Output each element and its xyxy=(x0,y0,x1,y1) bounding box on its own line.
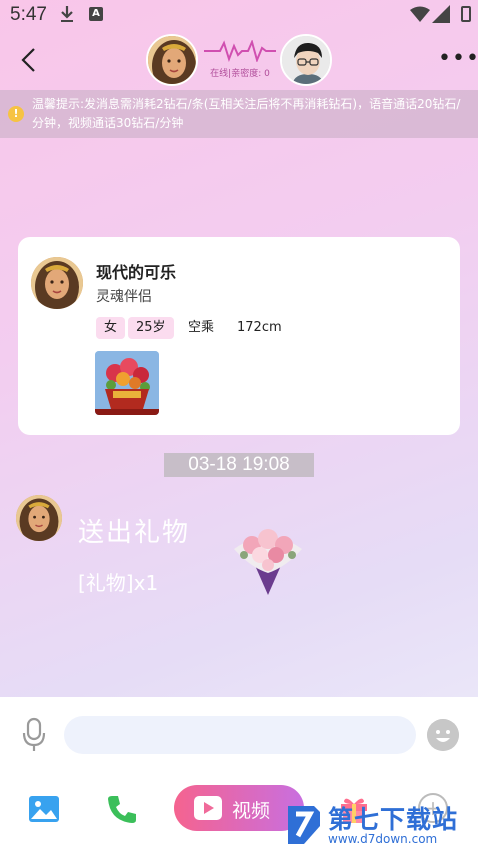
status-bar: 5:47 A xyxy=(0,0,478,30)
message-input[interactable] xyxy=(64,716,416,754)
gift-message-count: [礼物]x1 xyxy=(78,571,159,595)
gender-tag: 女 xyxy=(96,317,126,339)
warm-tip-text: 温馨提示:发消息需消耗2钻石/条(互相关注后将不再消耗钻石)，语音通话20钻石/… xyxy=(32,97,461,130)
battery-icon xyxy=(461,6,471,22)
video-icon xyxy=(194,796,222,820)
photo-icon[interactable] xyxy=(28,795,60,823)
message-timestamp: 03-18 19:08 xyxy=(164,453,314,477)
warning-icon: ! xyxy=(8,106,24,122)
signal-icon xyxy=(432,5,450,23)
more-options-icon[interactable]: ••• xyxy=(438,48,478,70)
female-avatar-image xyxy=(148,36,196,84)
a-icon: A xyxy=(89,7,103,21)
heartbeat-icon xyxy=(204,40,276,62)
profile-avatar-image xyxy=(31,257,83,309)
profile-card[interactable]: 现代的可乐 灵魂伴侣 女 25岁 空乘 172cm xyxy=(18,237,460,435)
flower-basket-image xyxy=(95,351,159,415)
sender-avatar[interactable] xyxy=(16,495,62,541)
male-avatar[interactable] xyxy=(280,34,332,86)
profile-name: 现代的可乐 xyxy=(96,263,177,282)
sender-avatar-image xyxy=(16,495,62,541)
bouquet-gift-icon xyxy=(234,529,302,595)
phone-call-icon[interactable] xyxy=(106,793,138,825)
job-tag: 空乘 xyxy=(188,320,215,335)
microphone-icon[interactable] xyxy=(22,717,46,753)
height-tag: 172cm xyxy=(237,320,282,335)
profile-avatar[interactable] xyxy=(31,257,83,309)
watermark: 第七下载站 www.d7down.com xyxy=(284,800,474,848)
emoji-icon[interactable] xyxy=(427,719,459,751)
gift-photo-thumbnail[interactable] xyxy=(95,351,159,415)
watermark-url: www.d7down.com xyxy=(328,832,438,846)
wifi-icon xyxy=(410,6,430,22)
age-tag: 25岁 xyxy=(128,317,174,339)
video-call-label: 视频 xyxy=(232,800,271,822)
profile-subtitle: 灵魂伴侣 xyxy=(96,289,152,305)
watermark-logo-icon xyxy=(288,806,320,844)
status-time: 5:47 xyxy=(10,4,47,25)
warm-tip-banner: ! 温馨提示:发消息需消耗2钻石/条(互相关注后将不再消耗钻石)，语音通话20钻… xyxy=(0,90,478,138)
watermark-title: 第七下载站 xyxy=(328,805,459,834)
online-intimacy-status: 在线|亲密度: 0 xyxy=(210,69,270,79)
back-arrow-icon[interactable] xyxy=(18,46,40,74)
input-bar xyxy=(0,697,478,775)
download-icon xyxy=(61,6,73,22)
male-avatar-image xyxy=(282,36,330,84)
gift-message-title: 送出礼物 xyxy=(78,518,191,548)
female-avatar[interactable] xyxy=(146,34,198,86)
